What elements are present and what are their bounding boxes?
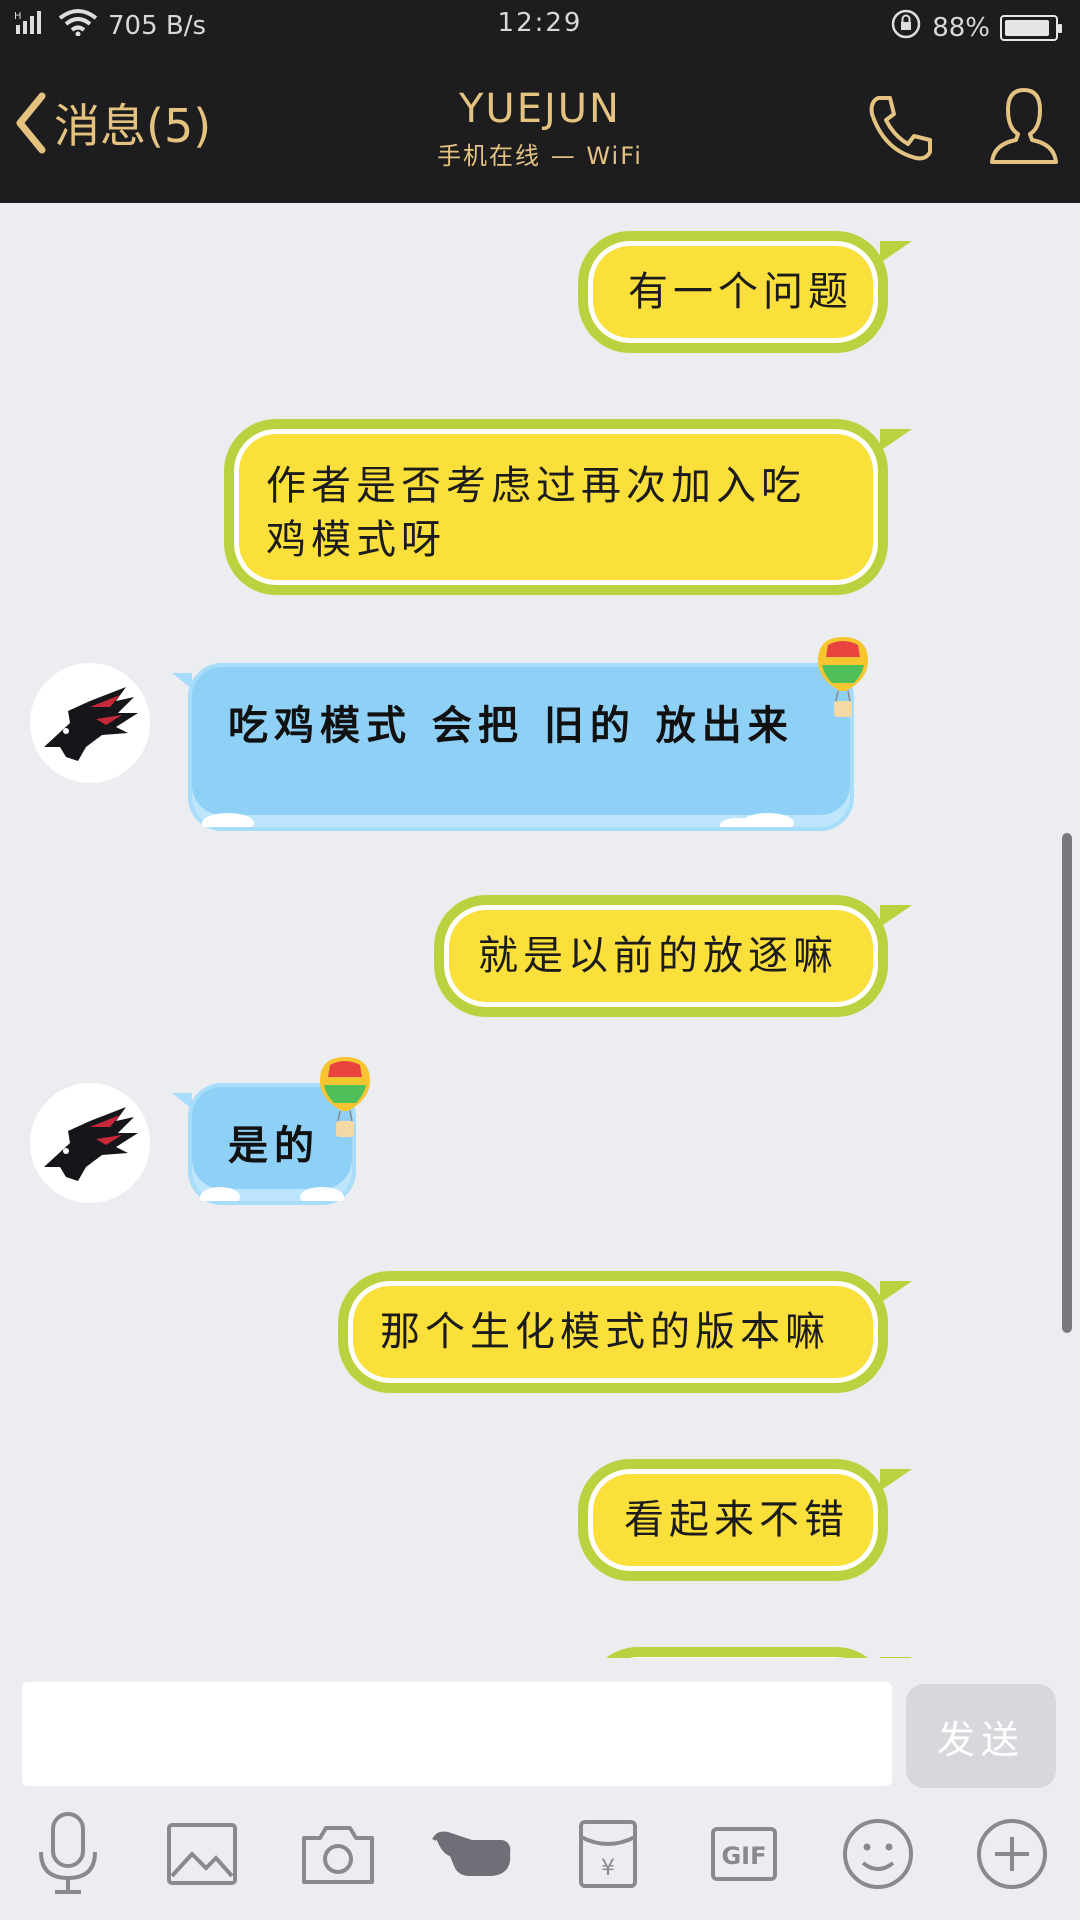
message-text: 看起来不错 xyxy=(624,1497,849,1543)
message-text: 吃鸡模式 会把 旧的 放出来 xyxy=(228,702,794,749)
message-bubble-outgoing[interactable]: 那个生化模式的版本嘛 xyxy=(338,1271,912,1393)
poke-button[interactable] xyxy=(432,1812,516,1896)
emoji-icon xyxy=(843,1819,913,1889)
input-toolbar: ¥ GIF xyxy=(0,1788,1080,1920)
battery-percent: 88% xyxy=(932,12,990,43)
cloud-decoration xyxy=(202,813,794,827)
message-bubble-incoming[interactable]: 吃鸡模式 会把 旧的 放出来 xyxy=(172,663,854,831)
profile-button[interactable] xyxy=(988,86,1060,170)
message-input[interactable] xyxy=(22,1682,892,1786)
message-text: 那个生化模式的版本嘛 xyxy=(380,1309,830,1355)
contact-avatar[interactable] xyxy=(30,663,150,783)
image-icon xyxy=(167,1823,237,1885)
rotation-lock-icon xyxy=(890,8,922,47)
balloon-sticker-icon xyxy=(318,1055,372,1151)
voice-button[interactable] xyxy=(26,1812,110,1896)
message-bubble-outgoing-partial[interactable] xyxy=(586,1647,912,1658)
battery-icon xyxy=(1000,14,1062,41)
camera-button[interactable] xyxy=(296,1812,380,1896)
chat-messages[interactable]: 有一个问题 作者是否考虑过再次加入吃鸡模式呀 吃鸡模式 会把 旧的 放出来 就是… xyxy=(0,203,1080,1658)
chat-header: 消息(5) YUEJUN 手机在线 — WiFi xyxy=(0,50,1080,203)
eagle-logo-icon xyxy=(44,687,138,761)
cloud-decoration xyxy=(200,1187,344,1201)
emoji-button[interactable] xyxy=(836,1812,920,1896)
red-packet-icon: ¥ xyxy=(579,1820,637,1888)
message-bubble-outgoing[interactable]: 看起来不错 xyxy=(578,1459,912,1581)
image-button[interactable] xyxy=(160,1812,244,1896)
red-packet-symbol: ¥ xyxy=(601,1856,615,1881)
red-packet-button[interactable]: ¥ xyxy=(566,1812,650,1896)
message-bubble-outgoing[interactable]: 作者是否考虑过再次加入吃鸡模式呀 xyxy=(224,419,912,595)
status-bar: H 705 B/s 12:29 88% xyxy=(0,0,1080,50)
message-bubble-outgoing[interactable]: 有一个问题 xyxy=(578,231,912,353)
eagle-logo-icon xyxy=(44,1107,138,1181)
person-icon xyxy=(990,88,1058,164)
send-button[interactable]: 发送 xyxy=(906,1684,1056,1788)
gif-button[interactable]: GIF xyxy=(702,1812,786,1896)
gif-label: GIF xyxy=(721,1842,766,1870)
contact-avatar[interactable] xyxy=(30,1083,150,1203)
message-text: 就是以前的放逐嘛 xyxy=(478,933,838,979)
scrollbar[interactable] xyxy=(1062,833,1072,1333)
message-text: 有一个问题 xyxy=(628,269,853,315)
camera-icon xyxy=(302,1826,374,1884)
phone-icon xyxy=(869,96,932,161)
call-button[interactable] xyxy=(864,92,936,168)
plus-icon xyxy=(977,1819,1047,1889)
balloon-sticker-icon xyxy=(816,635,870,731)
poke-icon xyxy=(432,1831,511,1876)
microphone-icon xyxy=(39,1812,97,1894)
gif-icon: GIF xyxy=(711,1827,777,1881)
input-bar: 发送 xyxy=(0,1658,1080,1788)
more-button[interactable] xyxy=(970,1812,1054,1896)
message-text: 是的 xyxy=(228,1122,320,1169)
message-text: 作者是否考虑过再次加入吃鸡模式呀 xyxy=(266,463,806,563)
message-bubble-outgoing[interactable]: 就是以前的放逐嘛 xyxy=(434,895,912,1017)
